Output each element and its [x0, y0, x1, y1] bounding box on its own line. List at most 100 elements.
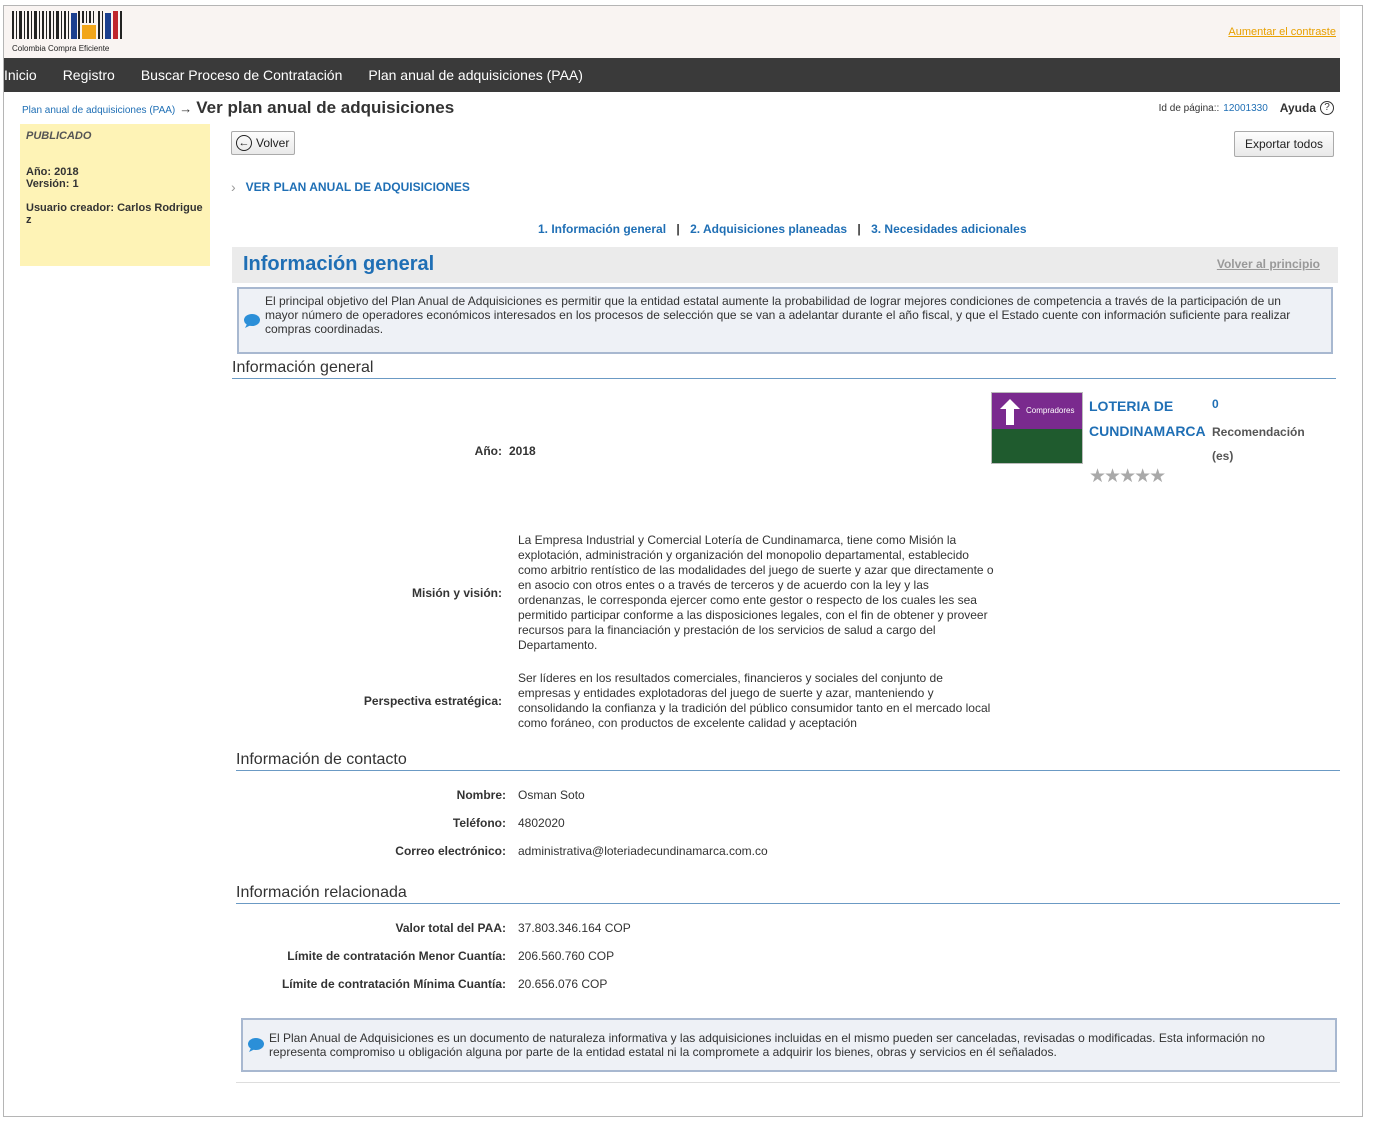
main-nav: Inicio Registro Buscar Proceso de Contra… — [4, 58, 1340, 92]
buyers-badge: Compradores — [992, 393, 1082, 429]
buyer-arrow-icon — [1000, 399, 1020, 425]
colombia-compra-logo[interactable]: Colombia Compra Eficiente — [10, 11, 128, 53]
status-creator: Usuario creador: Carlos Rodrigue — [26, 202, 203, 214]
page-id-value[interactable]: 12001330 — [1223, 103, 1268, 114]
general-info-header: Información general Volver al principio — [232, 247, 1338, 283]
recommendation-label-line: Recomendación — [1212, 425, 1305, 439]
status-year: Año: 2018 — [26, 166, 79, 178]
site-header: Colombia Compra Eficiente Aumentar el co… — [4, 6, 1340, 58]
nav-plan-anual[interactable]: Plan anual de adquisiciones (PAA) — [368, 67, 583, 83]
contact-phone-label: Teléfono: — [452, 816, 506, 830]
export-all-button[interactable]: Exportar todos — [1233, 131, 1334, 157]
info-note-line: compras coordinadas. — [265, 322, 384, 336]
back-to-top-link[interactable]: Volver al principio — [1217, 257, 1320, 271]
divider — [236, 770, 1340, 771]
contact-section-title: Información de contacto — [236, 751, 407, 768]
divider — [236, 903, 1340, 904]
mission-text: La Empresa Industrial y Comercial Loterí… — [518, 533, 1008, 653]
tab-separator: | — [857, 222, 861, 236]
info-note-line: El principal objetivo del Plan Anual de … — [265, 294, 1281, 308]
mission-line: como arbitrio rentístico de las modalida… — [518, 563, 994, 577]
total-paa-label: Valor total del PAA: — [395, 921, 506, 935]
view-plan-link[interactable]: VER PLAN ANUAL DE ADQUISICIONES — [246, 180, 470, 194]
tab-separator: | — [676, 222, 680, 236]
barcode-logo-icon — [12, 11, 122, 39]
mission-line: ordenanzas, le corresponda ejercer como … — [518, 593, 977, 607]
mission-line: recursos para la financiación y prestaci… — [518, 623, 936, 637]
section-tabs: 1. Información general | 2. Adquisicione… — [538, 222, 1027, 236]
logo-text: Colombia Compra Eficiente — [12, 44, 110, 53]
tab-informacion-general[interactable]: 1. Información general — [538, 222, 666, 236]
year-label: Año: — [474, 444, 502, 458]
mission-line: explotación, administración y organizaci… — [518, 548, 969, 562]
breadcrumb: Plan anual de adquisiciones (PAA) → Ver … — [22, 98, 454, 120]
mission-line: La Empresa Industrial y Comercial Loterí… — [518, 533, 957, 547]
mission-line: permitido participar conforme a las disp… — [518, 608, 988, 622]
menor-cuantia-label: Límite de contratación Menor Cuantía: — [287, 949, 506, 963]
section-link: › VER PLAN ANUAL DE ADQUISICIONES — [231, 179, 470, 195]
general-info-title: Información general — [243, 253, 435, 275]
status-panel: PUBLICADO Año: 2018 Versión: 1 Usuario c… — [20, 124, 210, 266]
status-badge: PUBLICADO — [26, 130, 92, 142]
strategy-line: empresas y entidades explotadoras del ju… — [518, 686, 934, 700]
mission-line: en asocio con otros entes o a través de … — [518, 578, 929, 592]
related-section-title: Información relacionada — [236, 884, 407, 901]
year-value: 2018 — [509, 444, 536, 458]
entity-name-link[interactable]: LOTERIA DE CUNDINAMARCA — [1089, 394, 1206, 444]
info-note: El principal objetivo del Plan Anual de … — [237, 287, 1333, 354]
footer-divider — [236, 1082, 1340, 1083]
entity-name-line: CUNDINAMARCA — [1089, 423, 1206, 439]
recommendation-label: Recomendación (es) — [1212, 420, 1305, 468]
nav-inicio[interactable]: Inicio — [4, 67, 37, 83]
chevron-right-icon: › — [231, 179, 236, 195]
tab-necesidades-adicionales[interactable]: 3. Necesidades adicionales — [871, 222, 1026, 236]
mission-label: Misión y visión: — [411, 586, 502, 600]
entity-role-badge: Compradores Proveedores — [991, 392, 1083, 499]
minima-cuantia-label: Límite de contratación Mínima Cuantía: — [281, 977, 506, 991]
buyers-label: Compradores — [1026, 406, 1075, 415]
total-paa-value: 37.803.346.164 COP — [518, 921, 631, 935]
disclaimer-line: representa compromiso u obligación algun… — [269, 1045, 1057, 1059]
back-button[interactable]: ← Volver — [231, 131, 296, 155]
tab-adquisiciones-planeadas[interactable]: 2. Adquisiciones planeadas — [690, 222, 847, 236]
strategy-label: Perspectiva estratégica: — [363, 694, 502, 708]
increase-contrast-link[interactable]: Aumentar el contraste — [1228, 26, 1336, 38]
info-note-line: mayor número de operadores económicos in… — [265, 308, 1291, 322]
speech-bubble-icon — [239, 289, 265, 352]
breadcrumb-arrow-icon: → — [179, 101, 193, 116]
entity-name-line: LOTERIA DE — [1089, 398, 1174, 414]
status-version: Versión: 1 — [26, 178, 79, 190]
strategy-line: Ser líderes en los resultados comerciale… — [518, 671, 943, 685]
mission-line: Departamento. — [518, 638, 598, 652]
nav-registro[interactable]: Registro — [63, 67, 115, 83]
recommendation-count[interactable]: 0 — [1212, 397, 1219, 411]
contact-email-value: administrativa@loteriadecundinamarca.com… — [518, 844, 768, 858]
recommendation-label-line: (es) — [1212, 449, 1234, 463]
breadcrumb-paa-link[interactable]: Plan anual de adquisiciones (PAA) — [22, 105, 175, 116]
browser-frame: Colombia Compra Eficiente Aumentar el co… — [3, 5, 1363, 1117]
page-id-label: Id de página:: — [1158, 102, 1220, 114]
disclaimer-line: El Plan Anual de Adquisiciones es un doc… — [269, 1031, 1265, 1045]
page-title: Ver plan anual de adquisiciones — [196, 98, 455, 117]
strategy-text: Ser líderes en los resultados comerciale… — [518, 671, 1008, 731]
help-icon[interactable]: ? — [1320, 101, 1334, 115]
strategy-line: como foráneo, con productos de excelente… — [518, 716, 857, 730]
help-link[interactable]: Ayuda — [1280, 101, 1316, 115]
disclaimer-note: El Plan Anual de Adquisiciones es un doc… — [241, 1018, 1337, 1072]
contact-name-label: Nombre: — [456, 788, 506, 802]
back-button-label: Volver — [256, 136, 290, 150]
general-subsection-title: Información general — [232, 359, 374, 376]
divider — [232, 378, 1336, 379]
suppliers-badge: Proveedores — [992, 429, 1082, 499]
strategy-line: consolidando la confianza y la tradición… — [518, 701, 991, 715]
speech-bubble-icon — [243, 1020, 269, 1070]
contact-email-label: Correo electrónico: — [395, 844, 506, 858]
back-arrow-icon: ← — [236, 135, 252, 151]
supplier-house-icon — [1053, 469, 1077, 499]
contact-name-value: Osman Soto — [518, 788, 585, 802]
status-creator-wrap: z — [26, 214, 32, 226]
menor-cuantia-value: 206.560.760 COP — [518, 949, 615, 963]
contact-phone-value: 4802020 — [518, 816, 565, 830]
rating-stars-icon: ★★★★★ — [1089, 466, 1166, 487]
nav-buscar-proceso[interactable]: Buscar Proceso de Contratación — [141, 67, 343, 83]
